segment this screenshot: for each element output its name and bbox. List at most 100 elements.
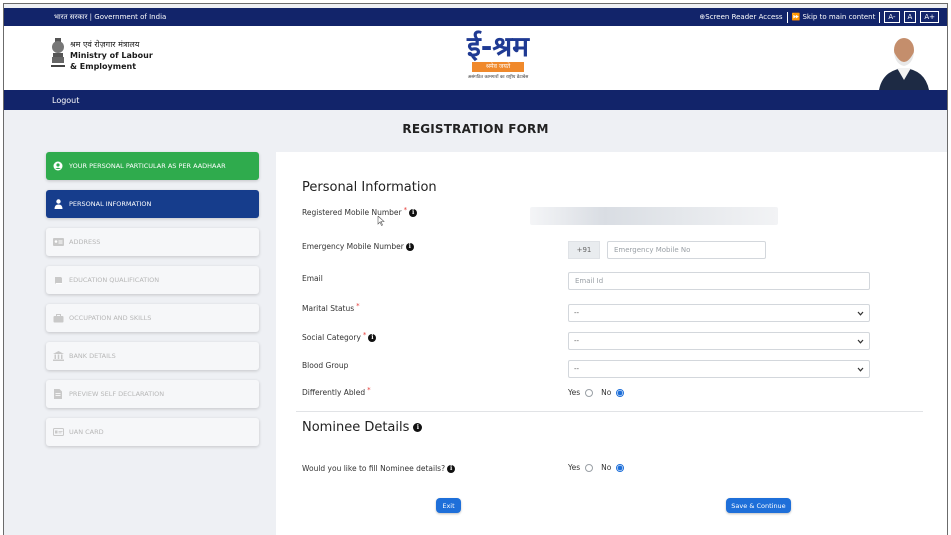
info-icon[interactable]: i — [413, 423, 423, 432]
screen-reader-access-link[interactable]: ⊕Screen Reader Access — [699, 13, 782, 21]
ministry-name: श्रम एवं रोज़गार मंत्रालय Ministry of La… — [70, 39, 153, 72]
eshram-logo[interactable]: ई-श्रम श्रमेव जयते असंगठित कामगारों का र… — [454, 32, 542, 88]
info-icon[interactable]: i — [368, 333, 377, 342]
registration-steps-sidebar: YOUR PERSONAL PARTICULAR AS PER AADHAAR … — [46, 152, 259, 456]
sidebar-item-label: BANK DETAILS — [69, 352, 116, 360]
nominee-yes-radio[interactable] — [585, 463, 594, 472]
government-of-india-label: भारत सरकार | Government of India — [54, 12, 167, 21]
email-input[interactable]: Email Id — [568, 272, 870, 290]
field-label-text: Would you like to fill Nominee details? — [302, 464, 446, 473]
sidebar-item-aadhaar-particulars[interactable]: YOUR PERSONAL PARTICULAR AS PER AADHAAR — [46, 152, 259, 180]
social-category-label: Social Category * i — [302, 330, 377, 342]
document-icon — [52, 389, 64, 399]
info-icon[interactable]: i — [409, 208, 418, 217]
sidebar-item-label: PREVIEW SELF DECLARATION — [69, 390, 165, 398]
browser-viewport: भारत सरकार | Government of India ⊕Screen… — [3, 3, 948, 535]
exit-button[interactable]: Exit — [436, 498, 461, 513]
government-top-bar: भारत सरकार | Government of India ⊕Screen… — [4, 8, 947, 26]
blood-group-select[interactable]: -- — [568, 360, 870, 378]
field-label-text: Marital Status — [302, 304, 355, 313]
sidebar-item-preview-self-declaration[interactable]: PREVIEW SELF DECLARATION — [46, 380, 259, 408]
briefcase-icon — [52, 313, 64, 323]
marital-status-label: Marital Status * — [302, 301, 360, 314]
font-normal-button[interactable]: A — [903, 11, 917, 23]
save-and-continue-button[interactable]: Save & Continue — [726, 498, 791, 513]
sidebar-item-address[interactable]: ADDRESS — [46, 228, 259, 256]
sidebar-item-label: EDUCATION QUALIFICATION — [69, 276, 160, 284]
required-asterisk: * — [403, 205, 408, 214]
country-code-prefix: +91 — [568, 241, 600, 259]
field-label-text: Blood Group — [302, 361, 349, 370]
nominee-no-radio[interactable] — [616, 463, 625, 472]
required-asterisk: * — [356, 301, 360, 310]
skip-to-main-content-link[interactable]: ⏩ Skip to main content — [792, 13, 876, 21]
yes-radio-label: Yes — [568, 463, 581, 472]
divider — [879, 11, 881, 23]
chevron-down-icon — [856, 365, 864, 373]
yes-radio-label: Yes — [568, 388, 581, 397]
portrait-photo — [873, 28, 935, 90]
nominee-radio-group: Yes No — [568, 463, 625, 472]
social-category-select[interactable]: -- — [568, 332, 870, 350]
chevron-down-icon — [856, 309, 864, 317]
mouse-cursor-icon — [377, 216, 385, 226]
eshram-logo-text: ई-श्रम — [467, 30, 529, 63]
sidebar-item-education-qualification[interactable]: EDUCATION QUALIFICATION — [46, 266, 259, 294]
required-asterisk: * — [367, 385, 371, 394]
field-label-text: Registered Mobile Number — [302, 208, 402, 217]
differently-abled-no-radio[interactable] — [616, 388, 625, 397]
differently-abled-radio-group: Yes No — [568, 388, 625, 397]
sidebar-item-uan-card[interactable]: UAN CARD — [46, 418, 259, 446]
eshram-logo-band: श्रमेव जयते — [472, 62, 524, 72]
chevron-down-icon — [856, 337, 864, 345]
email-label: Email — [302, 274, 323, 283]
sidebar-item-label: YOUR PERSONAL PARTICULAR AS PER AADHAAR — [69, 162, 226, 170]
book-icon — [52, 275, 64, 285]
select-value: -- — [574, 337, 580, 345]
emergency-mobile-label: Emergency Mobile Number i — [302, 242, 414, 251]
registered-mobile-label: Registered Mobile Number * i — [302, 205, 418, 217]
sidebar-item-label: UAN CARD — [69, 428, 104, 436]
differently-abled-yes-radio[interactable] — [585, 388, 594, 397]
nominee-title-text: Nominee Details — [302, 420, 410, 435]
sidebar-item-label: ADDRESS — [69, 238, 101, 246]
bank-icon — [52, 351, 64, 361]
section-title: Personal Information — [302, 180, 437, 195]
logout-link[interactable]: Logout — [52, 96, 79, 105]
user-circle-icon — [52, 161, 64, 171]
accessibility-controls: ⊕Screen Reader Access ⏩ Skip to main con… — [699, 11, 939, 23]
blood-group-label: Blood Group — [302, 361, 348, 370]
info-icon[interactable]: i — [405, 242, 414, 251]
required-asterisk: * — [362, 330, 367, 339]
font-decrease-button[interactable]: A- — [884, 11, 900, 23]
person-icon — [52, 199, 64, 209]
select-value: -- — [574, 365, 580, 373]
address-card-icon — [52, 237, 64, 247]
select-value: -- — [574, 309, 580, 317]
divider — [786, 11, 788, 23]
national-emblem-icon — [51, 38, 65, 67]
nominee-question-label: Would you like to fill Nominee details? … — [302, 464, 456, 473]
sidebar-item-occupation-and-skills[interactable]: OCCUPATION AND SKILLS — [46, 304, 259, 332]
sidebar-item-label: PERSONAL INFORMATION — [69, 200, 152, 208]
differently-abled-label: Differently Abled * — [302, 385, 371, 398]
field-label-text: Differently Abled — [302, 388, 366, 397]
eshram-logo-tagline: असंगठित कामगारों का राष्ट्रीय डेटाबेस — [467, 75, 529, 80]
page-title: REGISTRATION FORM — [402, 122, 549, 136]
field-label-text: Email — [302, 274, 323, 283]
sidebar-item-personal-information[interactable]: PERSONAL INFORMATION — [46, 190, 259, 218]
id-card-icon — [52, 427, 64, 437]
field-label-text: Emergency Mobile Number — [302, 242, 404, 251]
field-label-text: Social Category — [302, 333, 361, 342]
font-increase-button[interactable]: A+ — [920, 11, 939, 23]
ministry-name-english-line-1: Ministry of Labour — [70, 51, 153, 60]
section-divider — [296, 411, 923, 412]
navigation-bar: Logout — [4, 90, 947, 110]
no-radio-label: No — [601, 388, 612, 397]
sidebar-item-bank-details[interactable]: BANK DETAILS — [46, 342, 259, 370]
site-header: श्रम एवं रोज़गार मंत्रालय Ministry of La… — [4, 26, 947, 90]
ministry-name-english-line-2: & Employment — [70, 62, 137, 71]
marital-status-select[interactable]: -- — [568, 304, 870, 322]
info-icon[interactable]: i — [447, 464, 456, 473]
emergency-mobile-input[interactable]: Emergency Mobile No — [607, 241, 766, 259]
